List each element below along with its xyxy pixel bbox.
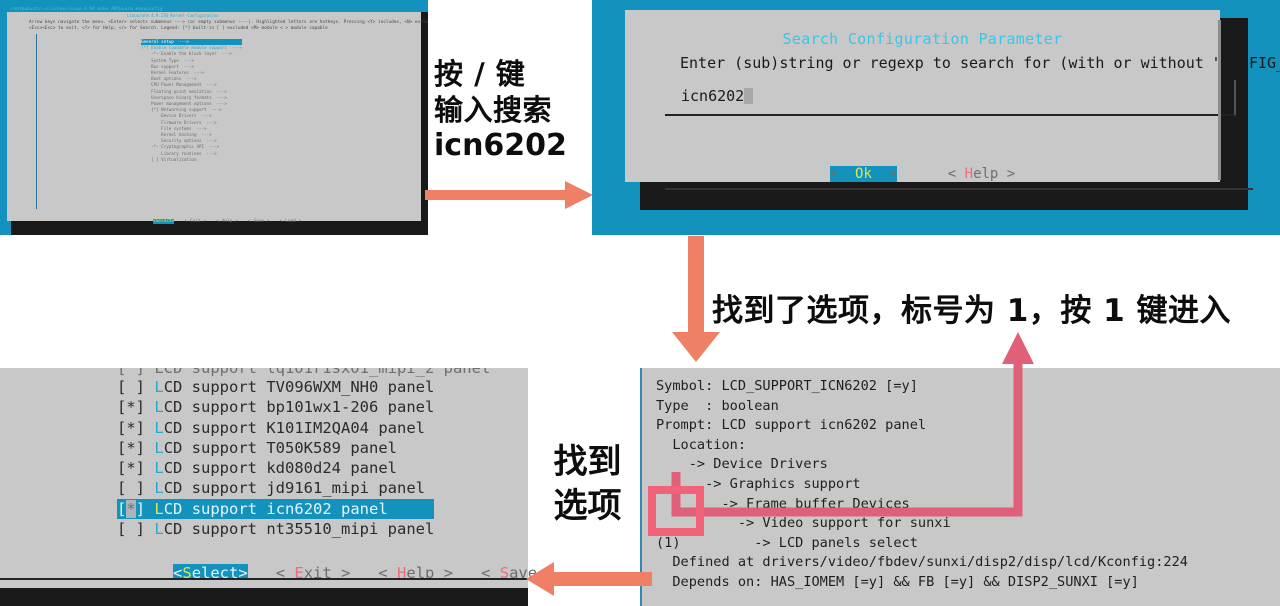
lcd-option-checkbox[interactable]: [*] [117,419,145,437]
lcd-option-row[interactable]: [ ] LCD support nt35510_mipi panel [117,519,434,539]
thumbnail-help-line-2: <Esc><Esc> to exit, <?> for Help, </> fo… [29,26,328,31]
lcd-option-gap [145,419,154,437]
lcd-option-checkbox[interactable]: [ ] [117,520,145,538]
thumbnail-menu-item: [ ] Virtualization [141,156,197,162]
help-hotkey-letter: H [964,166,974,182]
lcd-option-row[interactable]: [ ] LCD support jd9161_mipi panel [117,478,434,498]
lcd-option-check-mark: * [126,499,136,518]
dialog-right-edge [1218,20,1221,180]
thumbnail-menu-item: -*- Enable the block layer ---> [141,51,232,57]
thumbnail-select-button: <Select> [153,219,175,224]
lcd-option-checkbox[interactable]: [*] [117,499,145,518]
clipped-top-row: [ ] LCD support lq101r1sx01_mipi_2 panel [0,368,528,377]
lcd-option-hotkey: L [154,378,164,396]
lcd-option-checkbox[interactable]: [*] [117,398,145,416]
annotation-step-2: 找到了选项，标号为 1，按 1 键进入 [712,293,1232,329]
thumbnail-menu-header: Linux/arm 4.9.170 Kernel Configuration [127,13,219,18]
ok-button[interactable]: < Ok > [829,166,898,182]
dialog-title: Search Configuration Parameter [782,30,1063,48]
search-configuration-dialog: Search Configuration Parameter Enter (su… [625,10,1280,190]
thumbnail-terminal-window: root@ubuntu:~/lichee/linux-4.9# make ARC… [3,2,428,235]
lcd-option-gap [145,479,154,497]
lcd-option-label: CD support T050K589 panel [163,438,397,457]
lcd-option-hotkey: L [154,438,164,457]
lcd-option-checkbox[interactable]: [*] [117,439,145,457]
search-dialog-panel: Search Configuration Parameter Enter (su… [592,0,1280,235]
ok-button-label: Ok [855,166,872,182]
arrow-left-to-lcd-list [526,562,652,596]
dialog-bottom-edge [665,188,1253,190]
lcd-option-checkbox[interactable]: [ ] [117,378,145,396]
lcd-option-label: CD support kd080d24 panel [163,459,397,478]
lcd-option-gap [145,439,154,457]
lcd-option-row[interactable]: [*] LCD support K101IM2QA04 panel [117,418,434,438]
thumbnail-scroll-rail [36,34,37,209]
thumbnail-title-text: root@ubuntu:~/lichee/linux-4.9# make ARC… [11,6,163,11]
lcd-option-row[interactable]: [*] LCD support T050K589 panel [117,438,434,458]
search-input-text: icn6202 [681,87,745,105]
lcd-option-checkbox[interactable]: [*] [117,459,145,477]
lcd-option-row[interactable]: [*] LCD support kd080d24 panel [117,458,434,478]
lcd-option-label: CD support K101IM2QA04 panel [163,418,425,437]
lcd-option-gap [145,520,154,538]
thumbnail-button-row: <Select> < Exit > < Help > < Save > < Lo… [153,219,301,224]
lcd-list-bottom-strip [0,580,528,588]
annotation-step3-line1: 找到 [553,442,622,482]
lcd-option-row[interactable]: [*] LCD support bp101wx1-206 panel [117,397,434,417]
lcd-option-label: CD support bp101wx1-206 panel [163,398,435,417]
dialog-button-row: < Ok > < Help > [625,166,1220,182]
thumbnail-terminal-body: root@ubuntu:~/lichee/linux-4.9# make ARC… [7,6,428,224]
symbol-info-line: Depends on: HAS_IOMEM [=y] && FB [=y] &&… [656,573,1139,590]
annotation-step1-line3: icn6202 [434,128,567,163]
lcd-option-hotkey: L [154,459,164,478]
search-input[interactable]: icn6202 [665,80,1236,116]
annotation-step3-line2: 选项 [553,486,622,526]
lcd-option-gap [145,378,154,396]
lcd-option-label: CD support jd9161_mipi panel [163,479,425,498]
lcd-option-hotkey: L [154,398,164,417]
arrow-right-to-search-dialog [425,181,593,209]
lcd-option-hotkey: L [154,418,164,437]
lcd-option-hotkey: L [154,479,164,498]
menuconfig-thumbnail-panel: root@ubuntu:~/lichee/linux-4.9# make ARC… [0,0,428,235]
lcd-option-gap [145,500,154,518]
annotation-step-3: 找到 选项 [540,440,635,528]
symbol-info-line: Defined at drivers/video/fbdev/sunxi/dis… [656,554,1188,571]
dialog-prompt-text: Enter (sub)string or regexp to search fo… [680,54,1280,72]
lcd-list-dark-footer [0,588,528,606]
thumbnail-menu-list: General setup ---> [*] Enable loadable mo… [141,39,242,163]
annotation-step1-line2: 输入搜索 [434,93,553,127]
lcd-option-row[interactable]: [*] LCD support icn6202 panel [117,498,435,520]
lcd-option-hotkey: L [154,499,164,518]
red-callout-path [648,332,1034,536]
thumbnail-other-buttons: < Exit > < Help > < Save > < Load > [174,219,302,224]
lcd-option-label: CD support icn6202 panel [163,499,388,518]
lcd-option-gap [145,459,154,477]
lcd-option-hotkey: L [154,520,164,539]
lcd-options-list[interactable]: [ ] LCD support TV096WXM_NH0 panel [*] LC… [117,377,435,539]
help-button[interactable]: < Help > [948,166,1015,182]
lcd-option-row[interactable]: [ ] LCD support TV096WXM_NH0 panel [117,377,434,397]
thumbnail-menu-item: Floating point emulation ---> [141,88,227,94]
lcd-option-label: CD support TV096WXM_NH0 panel [163,378,435,396]
lcd-option-checkbox[interactable]: [ ] [117,479,145,497]
text-cursor [744,88,754,104]
clipped-top-row-text: [ ] LCD support lq101r1sx01_mipi_2 panel [117,368,491,377]
lcd-option-label: CD support nt35510_mipi panel [163,520,435,539]
lcd-option-gap [145,398,154,416]
annotation-step-1: 按 / 键 输入搜索 icn6202 [434,56,594,164]
search-input-value: icn6202 [681,87,754,105]
annotation-step1-line1: 按 / 键 [434,57,526,91]
